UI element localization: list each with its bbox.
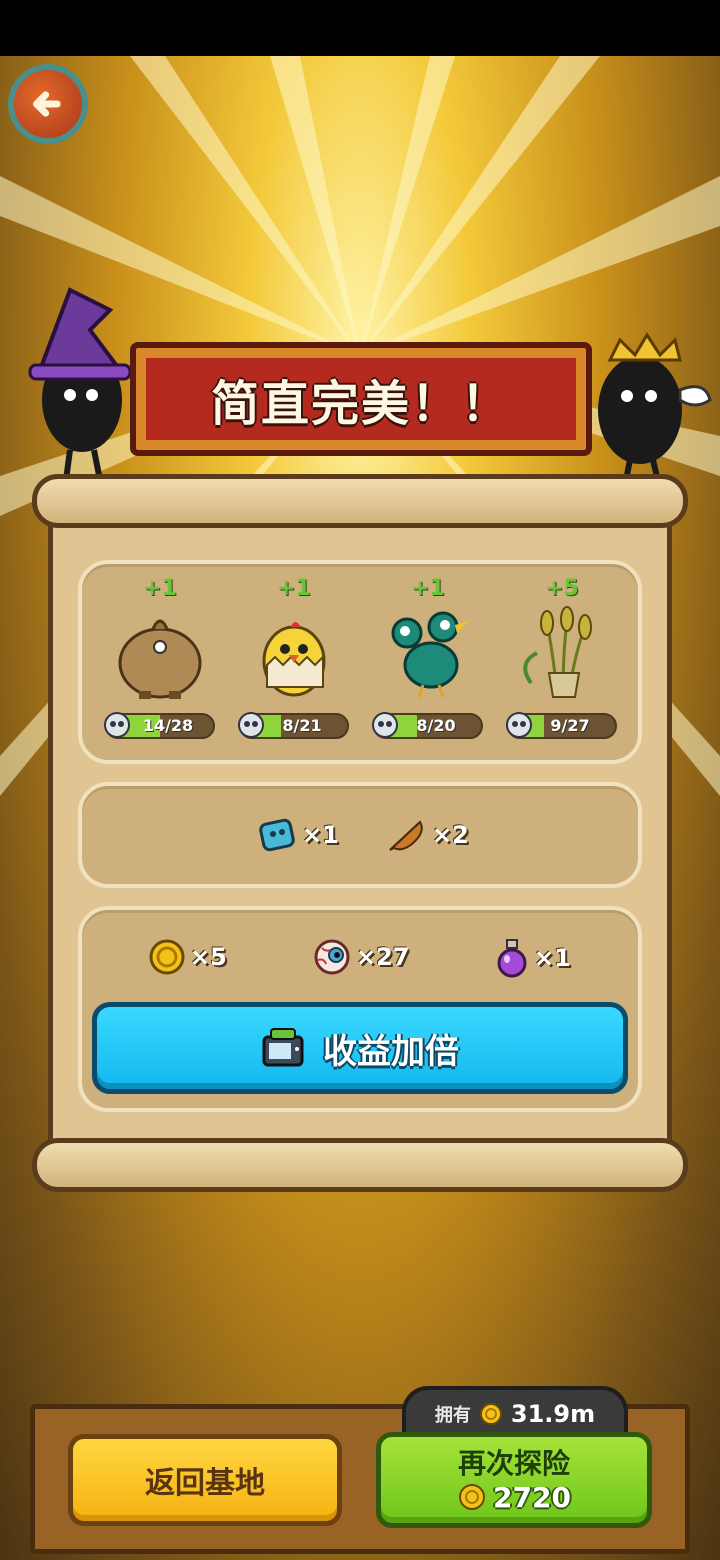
reward-item: ×1 [494,938,571,978]
reward-count: ×1 [534,944,571,972]
return-base-button[interactable]: 返回基地 [68,1434,342,1526]
chick-monster-icon [262,622,326,697]
banner-title: 简直完美！！ [210,376,511,432]
reward-item: ×5 [148,938,227,976]
back-arrow-icon [33,91,61,117]
explore-again-button[interactable]: 再次探险 2720 [376,1432,652,1528]
video-ad-icon [262,1028,304,1067]
scroll-bottom-rod [32,1138,688,1192]
material-count: ×2 [432,821,469,849]
blue-gem-icon [259,818,295,852]
gold-coin-icon [149,939,185,975]
material-count: ×1 [302,821,339,849]
scroll-top-rod [32,474,688,528]
king-character [598,332,712,486]
explore-cost: 2720 [457,1481,571,1514]
bird-monster-icon [391,611,469,698]
witch-character [28,287,132,481]
monster-bonus: +5 [545,576,579,601]
return-base-label: 返回基地 [145,1466,265,1501]
result-banner: 简直完美！！ [130,342,592,456]
double-button-label: 收益加倍 [323,1031,459,1072]
feather-icon [389,820,423,851]
double-rewards-button[interactable]: 收益加倍 [92,1002,628,1094]
monster-bonus: +1 [143,576,177,601]
potion-icon [497,939,527,978]
explore-cost-value: 2720 [493,1480,571,1514]
skull-icon [506,712,532,738]
reward-count: ×5 [190,943,227,971]
skull-icon [238,712,264,738]
materials-panel [78,782,642,888]
material-item: ×1 [256,816,339,854]
skull-icon [372,712,398,738]
owned-label: 拥有 [434,1405,471,1426]
reward-item: ×27 [312,938,410,976]
monster-bonus: +1 [411,576,445,601]
sack-monster-icon [118,619,202,699]
back-button[interactable] [8,64,88,144]
eyeball-icon [314,939,350,975]
gold-coin-icon [479,1403,502,1425]
explore-again-label: 再次探险 [457,1446,570,1480]
owned-value: 31.9m [510,1400,596,1428]
material-item: ×2 [386,816,469,854]
status-bar [0,0,720,56]
skull-icon [104,712,130,738]
monster-bonus: +1 [277,576,311,601]
gold-coin-icon [459,1484,486,1510]
reward-count: ×27 [356,943,410,971]
wheat-monster-icon [523,606,592,698]
